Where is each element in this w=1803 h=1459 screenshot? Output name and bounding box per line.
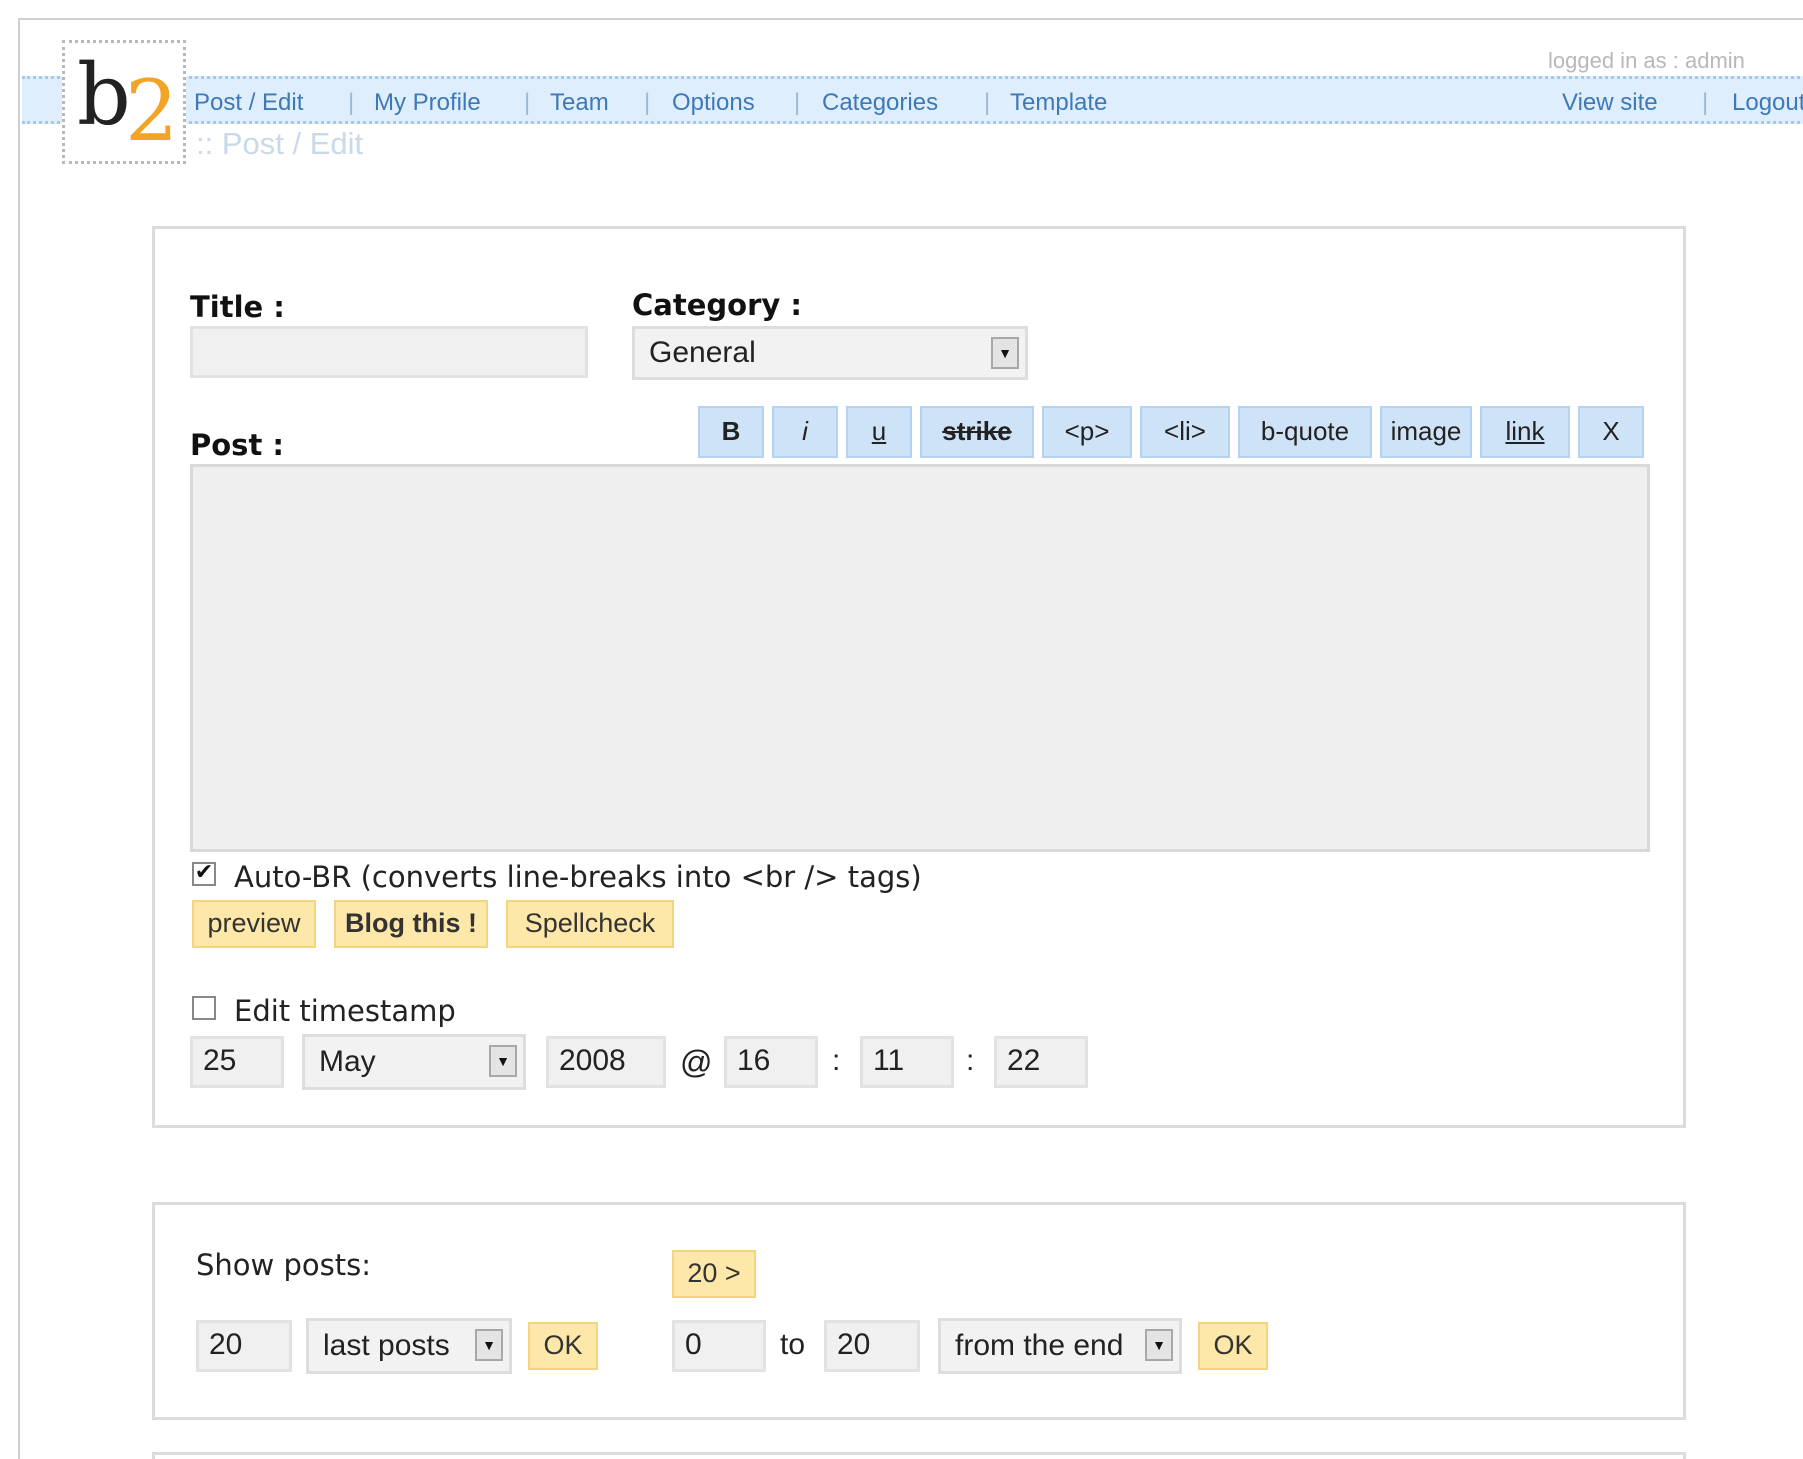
show-posts-panel	[152, 1202, 1686, 1420]
posts-mode-select[interactable]: last posts ▼	[306, 1318, 512, 1374]
category-selected-value: General	[649, 336, 756, 369]
nav-post-edit[interactable]: Post / Edit	[194, 89, 303, 117]
nav-logout[interactable]: Logout	[1732, 89, 1803, 117]
nav-separator: |	[794, 89, 801, 116]
range-to-input[interactable]: 20	[824, 1320, 920, 1372]
category-select[interactable]: General ▼	[632, 326, 1028, 380]
nav-team[interactable]: Team	[550, 89, 609, 117]
range-from-input[interactable]: 0	[672, 1320, 766, 1372]
nav-separator: |	[644, 89, 651, 116]
nav-my-profile[interactable]: My Profile	[374, 89, 481, 117]
nav-separator: |	[984, 89, 991, 116]
show-posts-label: Show posts:	[196, 1248, 371, 1282]
nav-separator: |	[524, 89, 531, 116]
nav-template[interactable]: Template	[1010, 89, 1107, 117]
checkmark-icon: ✔	[194, 860, 214, 885]
month-selected-value: May	[319, 1045, 376, 1078]
nav-options[interactable]: Options	[672, 89, 755, 117]
quicktag-underline-button[interactable]: u	[846, 406, 912, 458]
at-sign: @	[680, 1044, 713, 1080]
logo-letter-b: b	[77, 46, 131, 144]
posts-mode-selected-value: last posts	[323, 1329, 450, 1362]
quicktag-bold-button[interactable]: B	[698, 406, 764, 458]
posts-order-select[interactable]: from the end ▼	[938, 1318, 1182, 1374]
title-label: Title :	[190, 290, 285, 324]
logo-digit-2: 2	[125, 62, 179, 160]
chevron-down-icon: ▼	[489, 1045, 517, 1077]
range-to-label: to	[780, 1328, 806, 1361]
time-separator: :	[966, 1044, 975, 1077]
logged-in-status: logged in as : admin	[1548, 48, 1745, 73]
chevron-down-icon: ▼	[475, 1329, 503, 1361]
chevron-down-icon: ▼	[1145, 1329, 1173, 1361]
autobr-checkbox[interactable]: ✔	[192, 862, 216, 886]
nav-separator: |	[1702, 89, 1709, 116]
spellcheck-button[interactable]: Spellcheck	[506, 900, 674, 948]
quicktag-link-button[interactable]: link	[1480, 406, 1570, 458]
category-label: Category :	[632, 288, 802, 322]
post-label: Post :	[190, 428, 284, 462]
edit-timestamp-label: Edit timestamp	[234, 994, 456, 1028]
posts-count-input[interactable]: 20	[196, 1320, 292, 1372]
time-separator: :	[832, 1044, 841, 1077]
blog-this-button[interactable]: Blog this !	[334, 900, 488, 948]
timestamp-year-input[interactable]: 2008	[546, 1036, 666, 1088]
post-content-textarea[interactable]	[190, 464, 1650, 852]
ok-button[interactable]: OK	[528, 1322, 598, 1370]
timestamp-minute-input[interactable]: 11	[860, 1036, 954, 1088]
ok-range-button[interactable]: OK	[1198, 1322, 1268, 1370]
quicktag-image-button[interactable]: image	[1380, 406, 1472, 458]
page-title: :: Post / Edit	[196, 126, 364, 161]
timestamp-hour-input[interactable]: 16	[724, 1036, 818, 1088]
nav-view-site[interactable]: View site	[1562, 89, 1658, 117]
quicktag-strike-button[interactable]: strike	[920, 406, 1034, 458]
next-posts-button[interactable]: 20 >	[672, 1250, 756, 1298]
preview-button[interactable]: preview	[192, 900, 316, 948]
timestamp-second-input[interactable]: 22	[994, 1036, 1088, 1088]
quicktag-close-tags-button[interactable]: X	[1578, 406, 1644, 458]
nav-separator: |	[348, 89, 355, 116]
b2-logo: b 2	[62, 40, 186, 164]
nav-bar: Post / Edit | My Profile | Team | Option…	[22, 76, 1803, 124]
quicktag-italic-button[interactable]: i	[772, 406, 838, 458]
quicktag-paragraph-button[interactable]: <p>	[1042, 406, 1132, 458]
quicktag-blockquote-button[interactable]: b-quote	[1238, 406, 1372, 458]
title-input[interactable]	[190, 326, 588, 378]
posts-order-selected-value: from the end	[955, 1329, 1124, 1362]
next-panel	[152, 1452, 1686, 1459]
timestamp-day-input[interactable]: 25	[190, 1036, 284, 1088]
autobr-label: Auto-BR (converts line-breaks into <br /…	[234, 860, 922, 894]
nav-categories[interactable]: Categories	[822, 89, 938, 117]
chevron-down-icon: ▼	[991, 337, 1019, 369]
quicktag-list-item-button[interactable]: <li>	[1140, 406, 1230, 458]
edit-timestamp-checkbox[interactable]	[192, 996, 216, 1020]
timestamp-month-select[interactable]: May ▼	[302, 1034, 526, 1090]
